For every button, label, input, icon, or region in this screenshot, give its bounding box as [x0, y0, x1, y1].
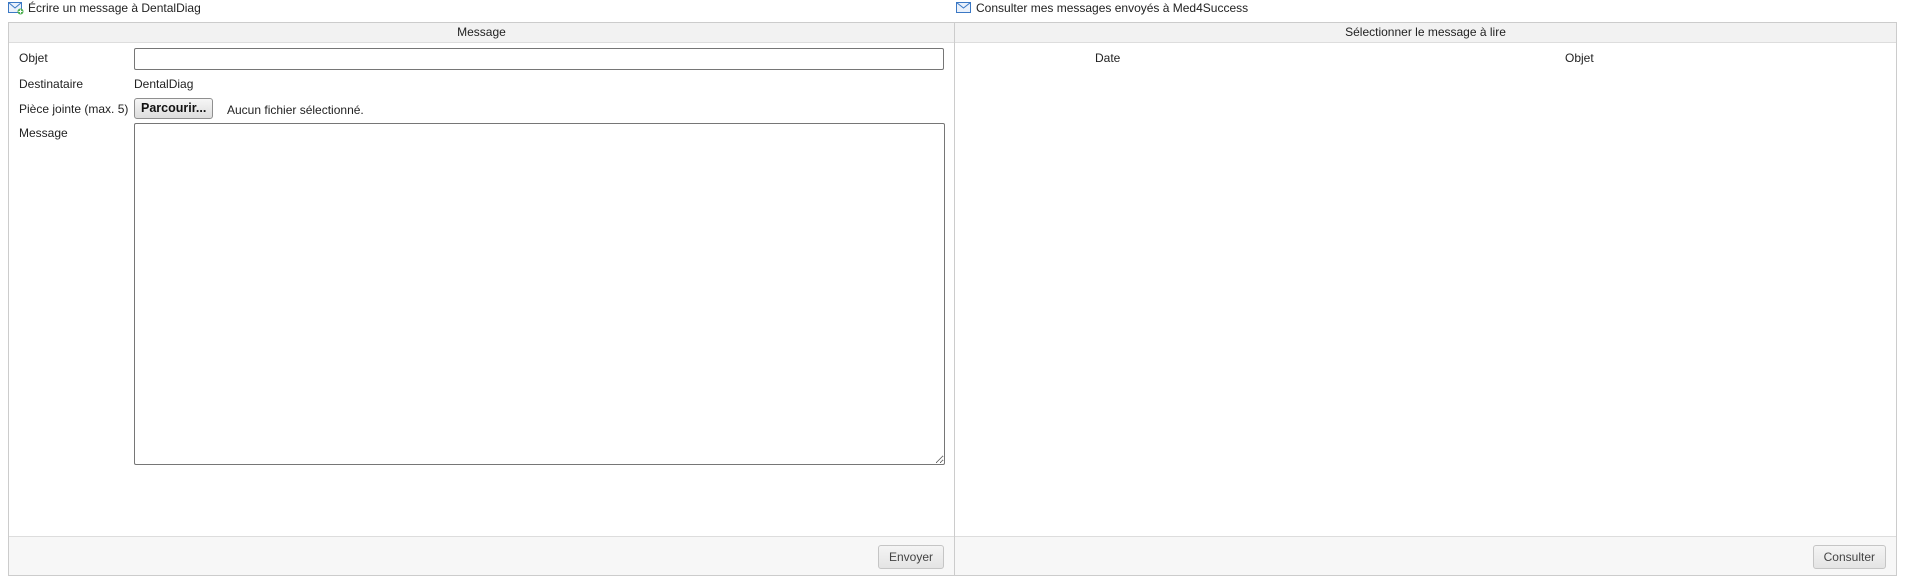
column-header-date[interactable]: Date	[1095, 51, 1120, 65]
message-textarea[interactable]	[134, 123, 945, 465]
sent-panel-title: Sélectionner le message à lire	[955, 23, 1896, 43]
sent-panel: Sélectionner le message à lire Date Obje…	[954, 22, 1897, 576]
view-button[interactable]: Consulter	[1812, 545, 1886, 569]
compose-panel: Message Objet Destinataire DentalDiag Pi…	[8, 22, 955, 576]
sent-footer: Consulter	[955, 536, 1896, 575]
page: Écrire un message à DentalDiag Consulter…	[0, 0, 1905, 582]
message-label: Message	[19, 126, 68, 140]
compose-footer: Envoyer	[9, 536, 954, 575]
column-header-subject[interactable]: Objet	[1565, 51, 1594, 65]
compose-panel-title: Message	[9, 23, 954, 43]
send-button[interactable]: Envoyer	[877, 545, 944, 569]
browse-button[interactable]: Parcourir...	[134, 98, 214, 119]
mail-compose-icon	[8, 1, 24, 15]
file-status: Aucun fichier sélectionné.	[227, 103, 364, 117]
compose-header-title: Écrire un message à DentalDiag	[28, 1, 201, 15]
mail-icon	[956, 1, 972, 15]
sent-section-header: Consulter mes messages envoyés à Med4Suc…	[956, 0, 1248, 16]
compose-section-header: Écrire un message à DentalDiag	[8, 0, 201, 16]
recipient-value: DentalDiag	[134, 77, 194, 91]
recipient-label: Destinataire	[19, 77, 84, 91]
subject-label: Objet	[19, 51, 48, 65]
sent-header-title: Consulter mes messages envoyés à Med4Suc…	[976, 1, 1249, 15]
subject-input[interactable]	[134, 48, 944, 70]
attachment-label: Pièce jointe (max. 5)	[19, 102, 129, 116]
